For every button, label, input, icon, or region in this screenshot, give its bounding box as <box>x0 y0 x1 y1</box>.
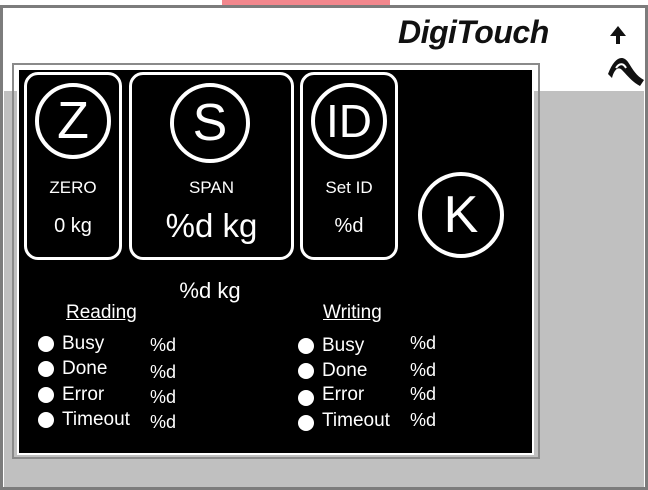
zero-value: 0 kg <box>54 215 92 237</box>
setid-value: %d <box>334 215 364 237</box>
k-symbol: K <box>443 186 479 244</box>
status-label: Busy <box>322 335 365 356</box>
status-label: Error <box>322 384 365 405</box>
status-dot-icon <box>298 415 314 431</box>
reading-row-error: Error %d <box>38 384 238 407</box>
status-label: Busy <box>62 333 105 354</box>
reading-row-timeout: Timeout %d <box>38 409 238 432</box>
reading-row-done: Done %d <box>38 358 238 382</box>
writing-row-error: Error %d <box>298 384 498 407</box>
status-value: %d <box>150 387 177 407</box>
writing-row-timeout: Timeout %d <box>298 409 498 432</box>
status-label: Done <box>322 360 368 381</box>
status-value: %d <box>150 412 177 432</box>
k-button[interactable]: K <box>418 172 504 258</box>
reading-row-busy: Busy %d <box>38 333 238 356</box>
status-dot-icon <box>38 361 54 377</box>
status-label: Timeout <box>322 410 390 431</box>
status-dot-icon <box>38 412 54 428</box>
status-label: Error <box>62 384 105 405</box>
status-value: %d <box>410 333 437 353</box>
span-label: SPAN <box>188 178 235 197</box>
span-symbol: S <box>192 94 228 152</box>
logo-touch-icon <box>608 26 644 86</box>
reading-title: Reading <box>66 302 137 323</box>
writing-title: Writing <box>323 302 382 323</box>
logo-text: DigiTouch <box>398 14 549 50</box>
status-value: %d <box>150 335 177 355</box>
weight-reading: %d kg <box>179 278 241 303</box>
zero-symbol: Z <box>57 92 89 150</box>
status-dot-icon <box>38 387 54 403</box>
zero-card[interactable]: Z ZERO 0 kg <box>24 72 122 260</box>
status-dot-icon <box>298 338 314 354</box>
zero-label: ZERO <box>49 178 97 197</box>
setid-symbol: ID <box>326 95 372 147</box>
status-value: %d <box>410 410 437 430</box>
writing-row-busy: Busy %d <box>298 333 498 356</box>
status-value: %d <box>410 360 437 380</box>
writing-row-done: Done %d <box>298 358 498 381</box>
setid-card[interactable]: ID Set ID %d <box>300 72 398 260</box>
setid-label: Set ID <box>325 178 373 197</box>
span-card[interactable]: S SPAN %d kg <box>129 72 294 260</box>
zero-icon: Z <box>35 83 111 159</box>
status-dot-icon <box>298 363 314 379</box>
status-label: Done <box>62 358 108 379</box>
status-value: %d <box>410 384 437 404</box>
setid-icon: ID <box>311 83 387 159</box>
status-label: Timeout <box>62 409 130 430</box>
status-dot-icon <box>298 390 314 406</box>
status-dot-icon <box>38 336 54 352</box>
span-icon: S <box>170 83 250 163</box>
status-value: %d <box>150 362 177 382</box>
span-value: %d kg <box>165 207 258 244</box>
